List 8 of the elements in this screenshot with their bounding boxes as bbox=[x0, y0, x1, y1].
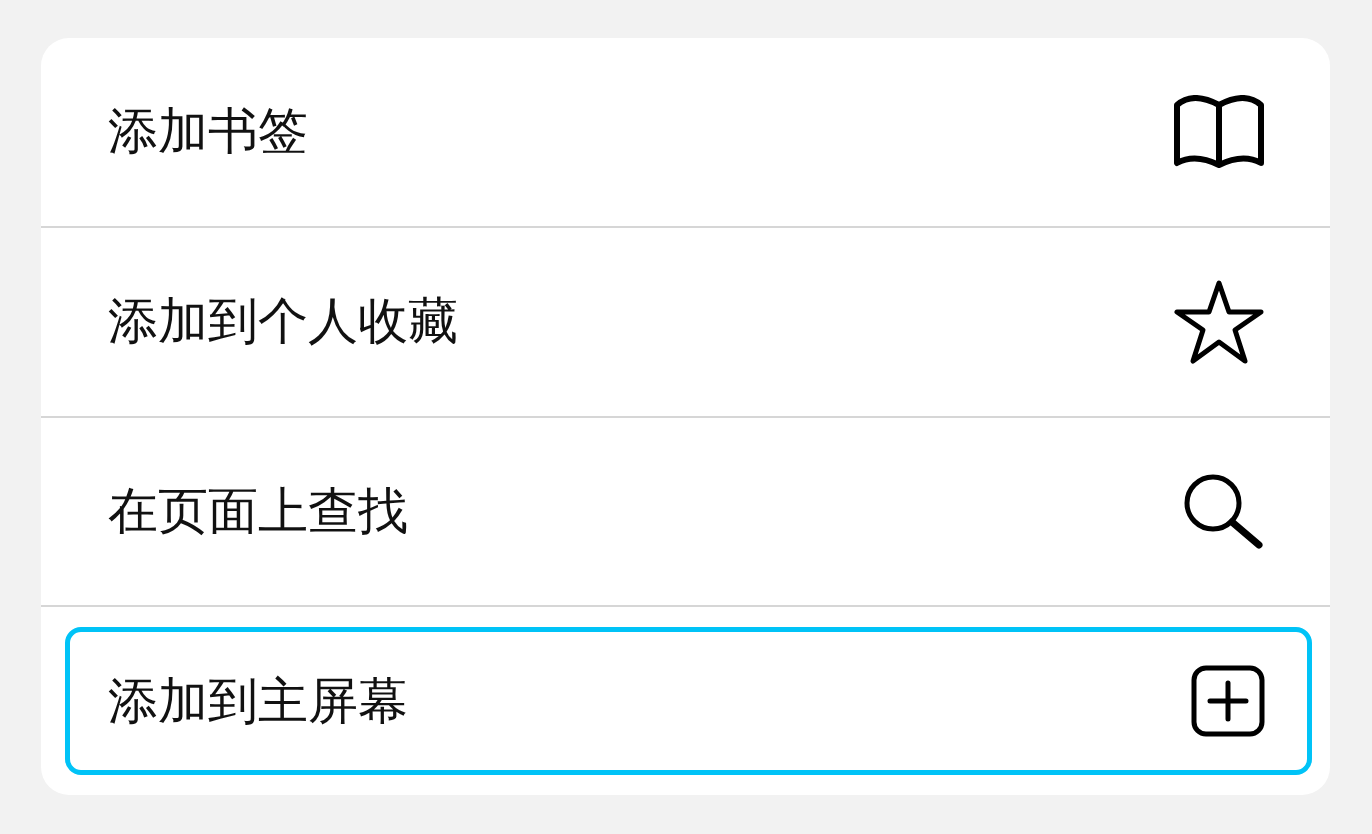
menu-item[interactable]: 添加到个人收藏 bbox=[65, 247, 1312, 396]
menu-item[interactable]: 在页面上查找 bbox=[65, 437, 1312, 586]
book-icon bbox=[1173, 94, 1265, 169]
menu-item[interactable]: 添加书签 bbox=[65, 58, 1312, 206]
menu-item[interactable]: 添加到主屏幕 bbox=[65, 627, 1312, 775]
search-icon bbox=[1183, 473, 1265, 550]
add-icon bbox=[1191, 665, 1265, 738]
star-icon bbox=[1173, 278, 1265, 365]
